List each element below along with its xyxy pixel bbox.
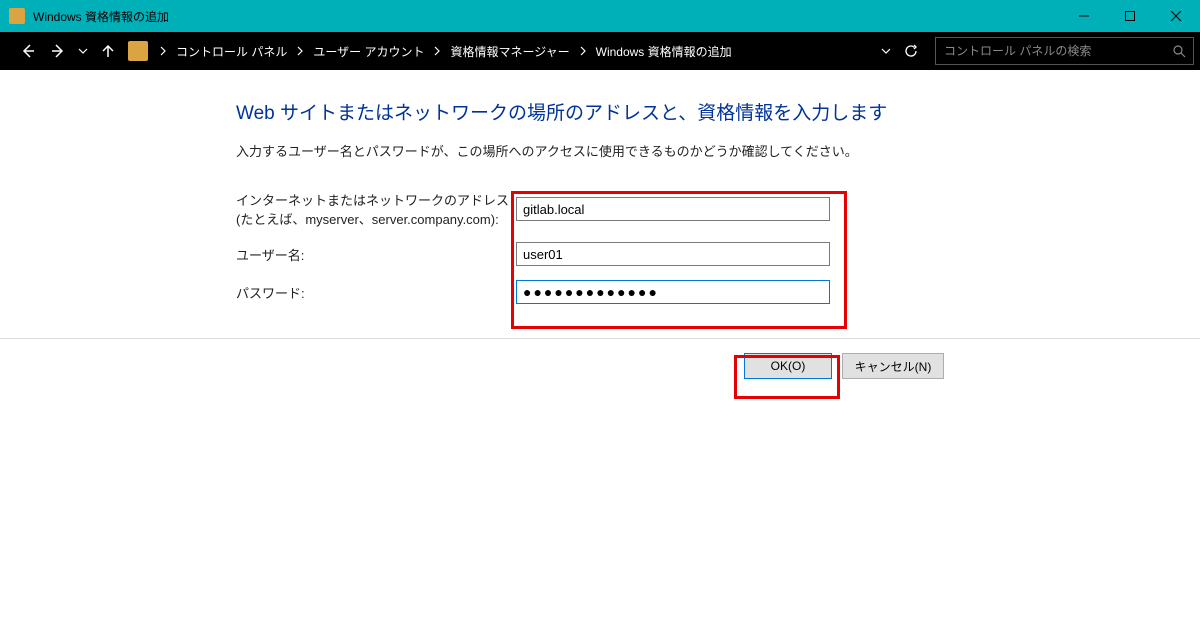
search-icon[interactable]	[1171, 45, 1187, 58]
ok-button[interactable]: OK(O)	[744, 353, 832, 379]
maximize-button[interactable]	[1107, 1, 1153, 31]
app-icon	[9, 8, 25, 24]
address-input[interactable]	[516, 197, 830, 221]
page-heading: Web サイトまたはネットワークの場所のアドレスと、資格情報を入力します	[236, 98, 1160, 125]
page-description: 入力するユーザー名とパスワードが、この場所へのアクセスに使用できるものかどうか確…	[236, 141, 1160, 160]
recent-locations-button[interactable]	[74, 37, 92, 65]
refresh-button[interactable]	[901, 37, 921, 65]
breadcrumb-item[interactable]: 資格情報マネージャー	[446, 43, 573, 60]
address-dropdown-button[interactable]	[877, 37, 895, 65]
credential-form: インターネットまたはネットワークのアドレス (たとえば、myserver、ser…	[236, 190, 1160, 304]
navbar: コントロール パネル ユーザー アカウント 資格情報マネージャー Windows…	[0, 32, 1200, 70]
back-button[interactable]	[14, 37, 42, 65]
forward-button[interactable]	[44, 37, 72, 65]
address-label: インターネットまたはネットワークのアドレス (たとえば、myserver、ser…	[236, 190, 516, 228]
cancel-button[interactable]: キャンセル(N)	[842, 353, 944, 379]
breadcrumb-item[interactable]: ユーザー アカウント	[309, 43, 428, 60]
dialog-buttons: OK(O) キャンセル(N)	[0, 338, 1200, 379]
username-label: ユーザー名:	[236, 245, 516, 264]
search-input[interactable]	[942, 43, 1171, 59]
chevron-right-icon	[156, 46, 170, 56]
window-controls	[1061, 1, 1199, 31]
close-button[interactable]	[1153, 1, 1199, 31]
username-input[interactable]	[516, 242, 830, 266]
chevron-right-icon	[430, 46, 444, 56]
breadcrumb-item[interactable]: コントロール パネル	[172, 43, 291, 60]
chevron-right-icon	[576, 46, 590, 56]
up-button[interactable]	[94, 37, 122, 65]
titlebar-left: Windows 資格情報の追加	[1, 8, 169, 25]
password-label: パスワード:	[236, 283, 516, 302]
window-title: Windows 資格情報の追加	[33, 8, 169, 25]
chevron-right-icon	[293, 46, 307, 56]
folder-icon	[128, 41, 148, 61]
breadcrumb-item[interactable]: Windows 資格情報の追加	[592, 43, 736, 60]
password-input[interactable]: ●●●●●●●●●●●●●	[516, 280, 830, 304]
titlebar: Windows 資格情報の追加	[0, 0, 1200, 32]
search-box[interactable]	[935, 37, 1194, 65]
content-area: Web サイトまたはネットワークの場所のアドレスと、資格情報を入力します 入力す…	[0, 70, 1200, 304]
minimize-button[interactable]	[1061, 1, 1107, 31]
